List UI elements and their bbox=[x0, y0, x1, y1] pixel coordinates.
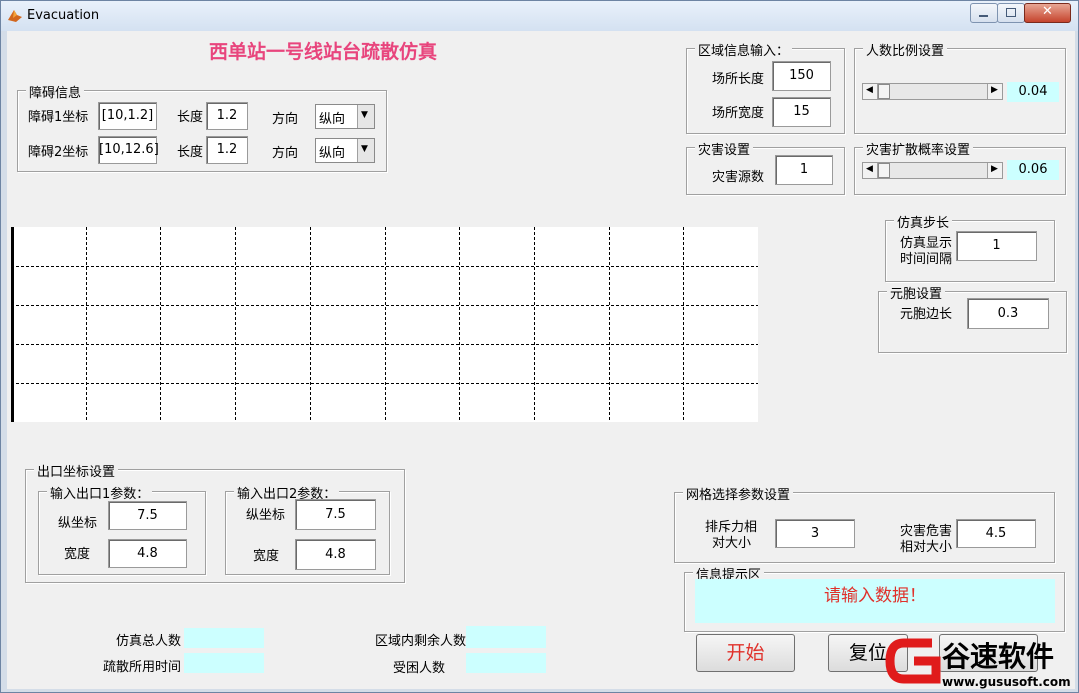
remaining-people-label: 区域内剩余人数 bbox=[375, 634, 467, 649]
evac-time-label: 疏散所用时间 bbox=[103, 660, 182, 675]
close-button[interactable]: ✕ bbox=[1024, 3, 1071, 23]
grid-horizontal-lines bbox=[11, 266, 758, 384]
maximize-button[interactable] bbox=[997, 3, 1025, 23]
grid-vertical-lines bbox=[86, 227, 684, 422]
hazard-input[interactable]: 4.5 bbox=[956, 519, 1036, 548]
slider-right-button[interactable]: ▶ bbox=[987, 84, 1002, 99]
exit1-width-input[interactable]: 4.8 bbox=[108, 539, 187, 568]
window-title: Evacuation bbox=[27, 8, 100, 23]
area-length-input[interactable]: 150 bbox=[772, 61, 831, 91]
people-ratio-value: 0.04 bbox=[1007, 82, 1059, 102]
spread-probability-value: 0.06 bbox=[1007, 160, 1059, 180]
hazard-label-line2: 相对大小 bbox=[900, 540, 953, 555]
grid-params-group-title: 网格选择参数设置 bbox=[683, 484, 794, 503]
figure-client-area: 西单站一号线站台疏散仿真 障碍信息 障碍1坐标 [10,1.2] 长度 1.2 … bbox=[7, 31, 1075, 689]
close-icon: ✕ bbox=[1042, 4, 1053, 19]
exit1-width-label: 宽度 bbox=[64, 547, 91, 562]
area-length-label: 场所长度 bbox=[712, 72, 765, 87]
exit1-group-title: 输入出口1参数： bbox=[47, 483, 153, 502]
cell-group-title: 元胞设置 bbox=[887, 283, 946, 302]
obstacle2-coord-input[interactable]: [10,12.6] bbox=[98, 136, 159, 164]
watermark-url: www.gususoft.com bbox=[942, 675, 1071, 689]
area-info-group-title: 区域信息输入： bbox=[695, 40, 793, 59]
area-width-input[interactable]: 15 bbox=[772, 97, 831, 127]
exit1-y-input[interactable]: 7.5 bbox=[108, 501, 187, 530]
disaster-source-input[interactable]: 1 bbox=[775, 155, 833, 185]
axis-left-edge bbox=[11, 227, 14, 422]
obstacle1-direction-select[interactable]: 纵向 ▼ bbox=[315, 104, 375, 129]
dropdown-arrow[interactable]: ▼ bbox=[357, 105, 374, 128]
evac-time-value bbox=[184, 653, 264, 673]
app-window: Evacuation ✕ 西单站一号线站台疏散仿真 障碍信息 障碍1坐标 [10… bbox=[0, 0, 1079, 693]
title-bar: Evacuation ✕ bbox=[1, 1, 1078, 31]
slider-thumb[interactable] bbox=[878, 84, 890, 99]
exit1-y-label: 纵坐标 bbox=[58, 516, 98, 531]
dropdown-arrow[interactable]: ▼ bbox=[357, 139, 374, 162]
obstacle1-length-input[interactable]: 1.2 bbox=[206, 102, 248, 130]
sim-step-group-title: 仿真步长 bbox=[894, 212, 953, 231]
obstacle2-length-label: 长度 bbox=[177, 145, 204, 160]
people-ratio-slider[interactable]: ◀ ▶ bbox=[862, 83, 1003, 100]
minimize-button[interactable] bbox=[970, 3, 998, 23]
area-width-label: 场所宽度 bbox=[712, 106, 765, 121]
sim-step-input[interactable]: 1 bbox=[956, 231, 1037, 261]
obstacle2-direction-value: 纵向 bbox=[319, 146, 346, 161]
simulation-axes bbox=[11, 227, 758, 422]
obstacle2-direction-select[interactable]: 纵向 ▼ bbox=[315, 138, 375, 163]
remaining-people-value bbox=[466, 626, 546, 648]
cell-size-label: 元胞边长 bbox=[900, 307, 953, 322]
obstacle1-direction-label: 方向 bbox=[272, 112, 299, 127]
chevron-right-icon: ▶ bbox=[991, 164, 998, 174]
obstacle1-coord-label: 障碍1坐标 bbox=[28, 110, 89, 125]
cell-size-input[interactable]: 0.3 bbox=[967, 298, 1049, 329]
info-message: 请输入数据！ bbox=[824, 586, 926, 606]
slider-right-button[interactable]: ▶ bbox=[987, 163, 1002, 178]
spread-probability-slider[interactable]: ◀ ▶ bbox=[862, 162, 1003, 179]
gusu-logo bbox=[885, 638, 941, 684]
people-ratio-group-title: 人数比例设置 bbox=[863, 40, 948, 59]
page-title: 西单站一号线站台疏散仿真 bbox=[209, 41, 438, 63]
obstacle-group-title: 障碍信息 bbox=[26, 82, 85, 101]
exit2-width-input[interactable]: 4.8 bbox=[295, 539, 376, 570]
exit2-width-label: 宽度 bbox=[253, 549, 280, 564]
slider-left-button[interactable]: ◀ bbox=[863, 163, 878, 178]
obstacle1-direction-value: 纵向 bbox=[319, 112, 346, 127]
obstacle2-coord-label: 障碍2坐标 bbox=[28, 145, 89, 160]
watermark: 谷速软件 www.gususoft.com bbox=[884, 633, 1075, 689]
obstacle2-length-input[interactable]: 1.2 bbox=[206, 136, 248, 164]
trapped-people-value bbox=[466, 653, 546, 673]
obstacle1-length-label: 长度 bbox=[177, 110, 204, 125]
slider-thumb[interactable] bbox=[878, 163, 890, 178]
slider-left-button[interactable]: ◀ bbox=[863, 84, 878, 99]
chevron-right-icon: ▶ bbox=[991, 85, 998, 95]
chevron-down-icon: ▼ bbox=[361, 110, 368, 120]
start-button[interactable]: 开始 bbox=[696, 634, 795, 672]
chevron-left-icon: ◀ bbox=[866, 164, 873, 174]
simulation-grid bbox=[11, 227, 758, 422]
repulse-label-line2: 对大小 bbox=[712, 536, 752, 551]
spread-probability-group-title: 灾害扩散概率设置 bbox=[863, 139, 974, 158]
obstacle2-direction-label: 方向 bbox=[272, 146, 299, 161]
matlab-icon bbox=[8, 10, 22, 22]
chevron-down-icon: ▼ bbox=[361, 144, 368, 154]
chevron-left-icon: ◀ bbox=[866, 85, 873, 95]
disaster-source-label: 灾害源数 bbox=[712, 170, 765, 185]
trapped-people-label: 受困人数 bbox=[393, 661, 446, 676]
total-people-label: 仿真总人数 bbox=[116, 634, 182, 649]
exit2-y-label: 纵坐标 bbox=[246, 508, 286, 523]
repulse-input[interactable]: 3 bbox=[775, 519, 855, 548]
total-people-value bbox=[184, 628, 264, 648]
sim-step-label-line2: 时间间隔 bbox=[900, 252, 953, 267]
exit-group-title: 出口坐标设置 bbox=[34, 461, 119, 480]
watermark-brand: 谷速软件 bbox=[942, 640, 1055, 673]
exit2-y-input[interactable]: 7.5 bbox=[295, 499, 376, 530]
obstacle1-coord-input[interactable]: [10,1.2] bbox=[98, 102, 157, 130]
info-message-box: 请输入数据！ bbox=[695, 579, 1055, 623]
disaster-group-title: 灾害设置 bbox=[695, 139, 754, 158]
